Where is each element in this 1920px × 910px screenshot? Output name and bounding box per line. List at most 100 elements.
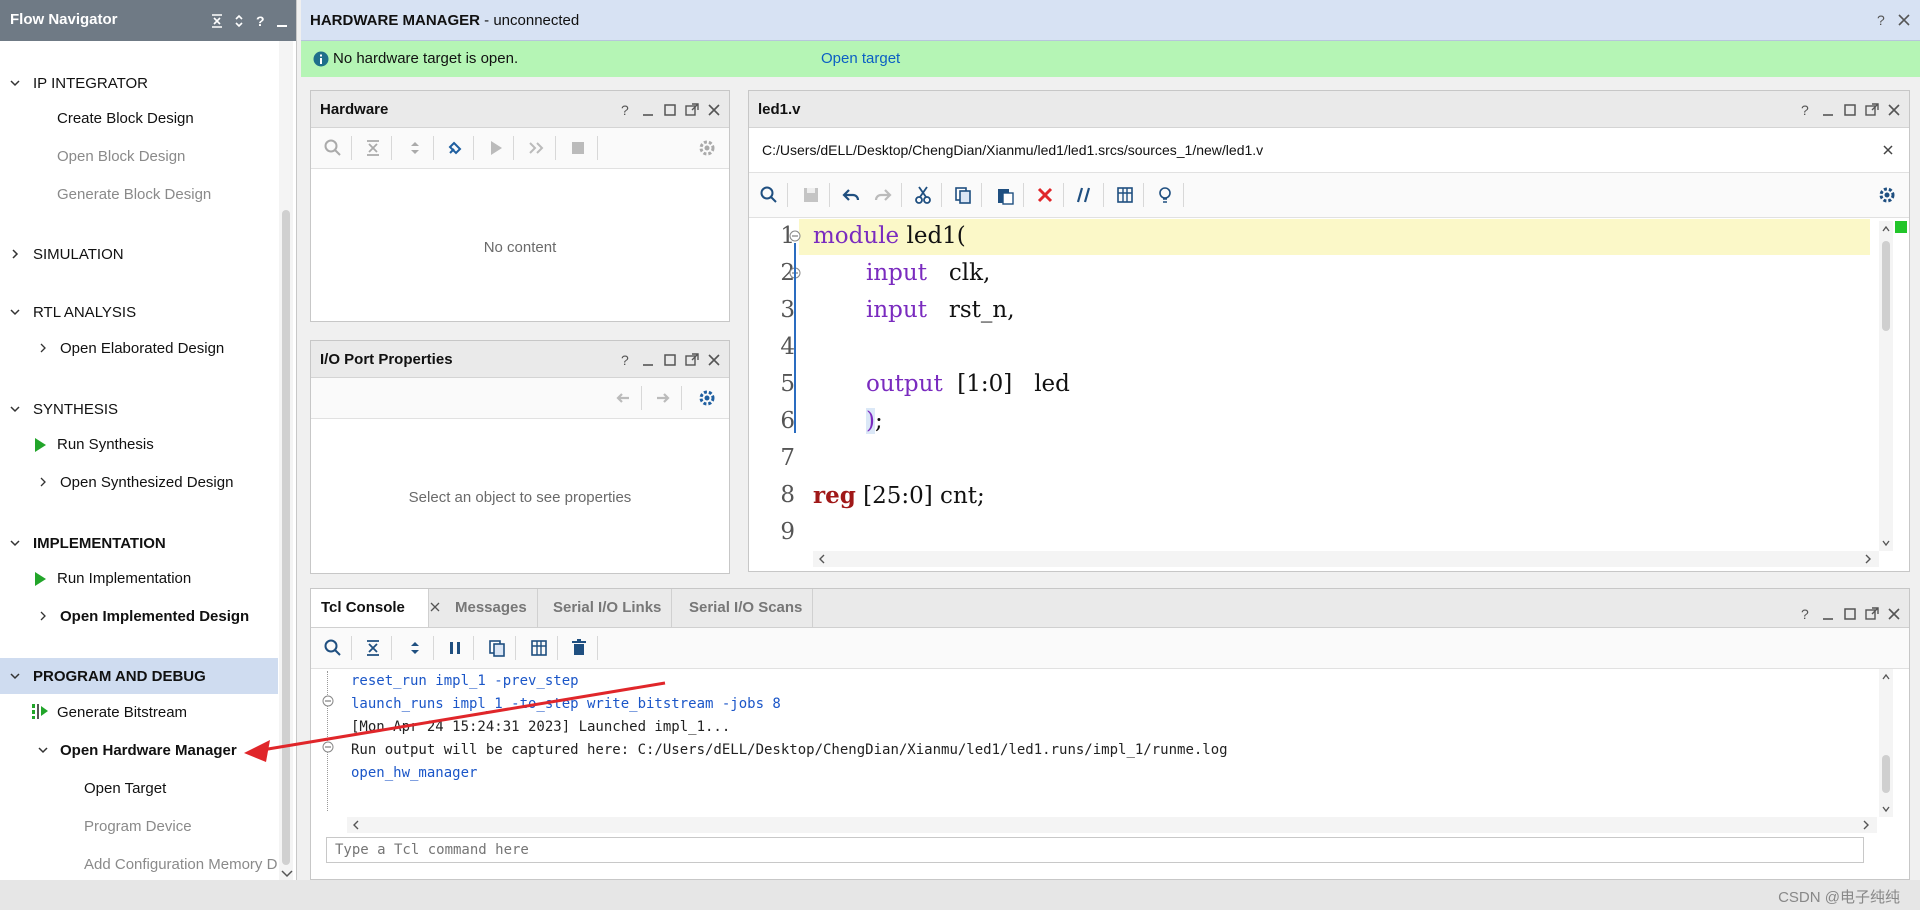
expand-all-icon[interactable] — [405, 638, 425, 658]
trash-icon[interactable] — [569, 638, 589, 658]
scroll-up-icon[interactable] — [1882, 673, 1890, 681]
minimize-icon[interactable] — [639, 351, 657, 369]
maximize-icon[interactable] — [1841, 605, 1859, 623]
open-block-design-link[interactable]: Open Block Design — [57, 148, 185, 165]
fold-icon[interactable] — [789, 230, 801, 242]
delete-icon[interactable] — [1035, 185, 1055, 205]
chevron-right-icon[interactable] — [9, 248, 21, 260]
maximize-icon[interactable] — [661, 101, 679, 119]
paste-icon[interactable] — [995, 185, 1015, 205]
columns-icon[interactable] — [529, 638, 549, 658]
float-icon[interactable] — [683, 351, 701, 369]
close-icon[interactable] — [1881, 143, 1895, 157]
minimize-icon[interactable] — [639, 101, 657, 119]
help-icon[interactable]: ? — [617, 351, 635, 369]
create-block-design-link[interactable]: Create Block Design — [57, 110, 194, 127]
scroll-left-icon[interactable] — [817, 554, 827, 564]
program-device-link[interactable]: Program Device — [84, 818, 192, 835]
float-icon[interactable] — [1863, 605, 1881, 623]
fold-icon[interactable] — [322, 695, 334, 707]
run-implementation-link[interactable]: Run Implementation — [57, 570, 191, 587]
chevron-down-icon[interactable] — [9, 403, 21, 415]
comment-icon[interactable] — [1075, 185, 1095, 205]
gear-icon[interactable] — [697, 388, 717, 408]
maximize-icon[interactable] — [661, 351, 679, 369]
console-vertical-scrollbar[interactable] — [1879, 669, 1893, 817]
close-icon[interactable] — [429, 601, 441, 613]
play-icon[interactable] — [486, 138, 506, 158]
collapse-all-icon[interactable] — [209, 13, 225, 29]
chevron-right-icon[interactable] — [37, 476, 49, 488]
collapse-all-icon[interactable] — [363, 638, 383, 658]
editor-scrollbar-thumb[interactable] — [1882, 241, 1890, 331]
close-icon[interactable] — [1896, 12, 1912, 28]
float-icon[interactable] — [1863, 101, 1881, 119]
tab-serial-io-links[interactable]: Serial I/O Links — [543, 589, 673, 627]
chevron-right-icon[interactable] — [37, 610, 49, 622]
chevron-right-icon[interactable] — [37, 342, 49, 354]
run-icon[interactable] — [33, 571, 47, 587]
expand-all-icon[interactable] — [231, 13, 247, 29]
expand-all-icon[interactable] — [405, 138, 425, 158]
forward-arrow-icon[interactable] — [653, 388, 673, 408]
chevron-down-icon[interactable] — [9, 537, 21, 549]
copy-icon[interactable] — [487, 638, 507, 658]
chevron-down-icon[interactable] — [9, 306, 21, 318]
open-target-banner-link[interactable]: Open target — [821, 50, 900, 67]
scroll-right-icon[interactable] — [1861, 820, 1871, 830]
section-simulation[interactable]: SIMULATION — [33, 246, 124, 263]
generate-bitstream-link[interactable]: Generate Bitstream — [57, 704, 187, 721]
chevron-down-icon[interactable] — [37, 744, 49, 756]
run-icon[interactable] — [33, 437, 47, 453]
fold-icon[interactable] — [322, 741, 334, 753]
search-icon[interactable] — [323, 638, 343, 658]
console-horizontal-scrollbar[interactable] — [347, 817, 1877, 833]
open-synthesized-design-link[interactable]: Open Synthesized Design — [60, 474, 233, 491]
open-target-link[interactable]: Open Target — [84, 780, 166, 797]
add-configuration-memory-link[interactable]: Add Configuration Memory De — [84, 856, 278, 873]
section-synthesis[interactable]: SYNTHESIS — [33, 401, 118, 418]
copy-icon[interactable] — [953, 185, 973, 205]
float-icon[interactable] — [683, 101, 701, 119]
help-icon[interactable]: ? — [1797, 605, 1815, 623]
auto-connect-icon[interactable] — [445, 138, 465, 158]
section-ip-integrator[interactable]: IP INTEGRATOR — [33, 75, 148, 92]
help-icon[interactable]: ? — [1797, 101, 1815, 119]
collapse-all-icon[interactable] — [363, 138, 383, 158]
chevron-down-icon[interactable] — [9, 77, 21, 89]
pause-icon[interactable] — [445, 638, 465, 658]
gear-icon[interactable] — [697, 138, 717, 158]
open-elaborated-design-link[interactable]: Open Elaborated Design — [60, 340, 224, 357]
close-icon[interactable] — [1885, 101, 1903, 119]
scroll-left-icon[interactable] — [351, 820, 361, 830]
scroll-right-icon[interactable] — [1863, 554, 1873, 564]
stop-icon[interactable] — [568, 138, 588, 158]
navigator-scrollbar-thumb[interactable] — [282, 210, 290, 865]
generate-block-design-link[interactable]: Generate Block Design — [57, 186, 211, 203]
close-icon[interactable] — [705, 101, 723, 119]
minimize-icon[interactable] — [1819, 101, 1837, 119]
section-rtl-analysis[interactable]: RTL ANALYSIS — [33, 304, 136, 321]
scroll-up-icon[interactable] — [1882, 225, 1890, 233]
help-icon[interactable]: ? — [617, 101, 635, 119]
scroll-down-icon[interactable] — [281, 869, 293, 879]
undo-icon[interactable] — [841, 185, 861, 205]
chevron-down-icon[interactable] — [9, 670, 21, 682]
lightbulb-icon[interactable] — [1155, 185, 1175, 205]
help-icon[interactable]: ? — [1874, 12, 1890, 28]
open-hardware-manager-link[interactable]: Open Hardware Manager — [60, 742, 237, 759]
editor-horizontal-scrollbar[interactable] — [813, 551, 1879, 567]
gear-icon[interactable] — [1877, 185, 1897, 205]
console-output[interactable]: reset_run impl_1 -prev_step launch_runs … — [311, 669, 1889, 817]
tcl-command-input[interactable] — [326, 837, 1864, 863]
minimize-icon[interactable] — [1819, 605, 1837, 623]
open-implemented-design-link[interactable]: Open Implemented Design — [60, 608, 249, 625]
tab-messages[interactable]: Messages — [445, 589, 538, 627]
editor-tab-title[interactable]: led1.v — [758, 101, 801, 118]
console-scrollbar-thumb[interactable] — [1882, 755, 1890, 793]
search-icon[interactable] — [759, 185, 779, 205]
cut-icon[interactable] — [913, 185, 933, 205]
scroll-down-icon[interactable] — [1882, 805, 1890, 813]
run-synthesis-link[interactable]: Run Synthesis — [57, 436, 154, 453]
columns-icon[interactable] — [1115, 185, 1135, 205]
